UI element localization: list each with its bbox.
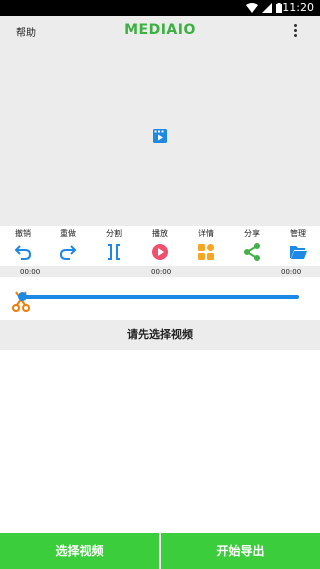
select-video-hint: 请先选择视频 (0, 320, 320, 350)
play-icon (152, 244, 168, 260)
timeline-times: 00:00 00:00 00:00 (0, 266, 320, 277)
trim-bar (0, 286, 320, 316)
manage-label: 管理 (290, 229, 306, 238)
share-button[interactable]: 分享 (232, 228, 272, 262)
redo-icon (59, 245, 77, 260)
redo-label: 重做 (60, 229, 76, 238)
video-file-icon (153, 129, 167, 143)
bottom-actions: 选择视频 开始导出 (0, 533, 320, 569)
time-current: 00:00 (151, 268, 172, 276)
status-bar: 11:20 (0, 0, 320, 16)
app-logo: MEDIAIO (124, 22, 196, 38)
export-button[interactable]: 开始导出 (161, 533, 320, 569)
folder-icon (290, 246, 307, 259)
split-button[interactable]: 分割 (94, 228, 134, 262)
signal-icon (262, 3, 272, 13)
time-start: 00:00 (20, 268, 41, 276)
manage-button[interactable]: 管理 (278, 228, 318, 262)
share-icon (244, 243, 260, 261)
time-end: 00:00 (281, 268, 302, 276)
play-button[interactable]: 播放 (140, 228, 180, 262)
timeline-track[interactable] (22, 295, 299, 299)
battery-icon (276, 3, 282, 13)
split-label: 分割 (106, 229, 122, 238)
details-grid-icon (198, 244, 214, 260)
details-button[interactable]: 详情 (186, 228, 226, 262)
timeline-handle[interactable] (18, 292, 27, 301)
undo-icon (14, 245, 32, 260)
edit-toolbar: 撤销 重做 分割 播放 详情 分享 管理 (0, 228, 320, 266)
select-video-button[interactable]: 选择视频 (0, 533, 159, 569)
details-label: 详情 (198, 229, 214, 238)
split-icon (108, 244, 120, 260)
more-vert-icon[interactable] (292, 23, 298, 39)
status-time: 11:20 (282, 1, 314, 14)
share-label: 分享 (244, 229, 260, 238)
redo-button[interactable]: 重做 (48, 228, 88, 262)
wifi-icon (246, 3, 258, 13)
undo-button[interactable]: 撤销 (3, 228, 43, 262)
app-bar: 帮助 MEDIAIO (0, 16, 320, 46)
undo-label: 撤销 (15, 229, 31, 238)
play-label: 播放 (152, 229, 168, 238)
